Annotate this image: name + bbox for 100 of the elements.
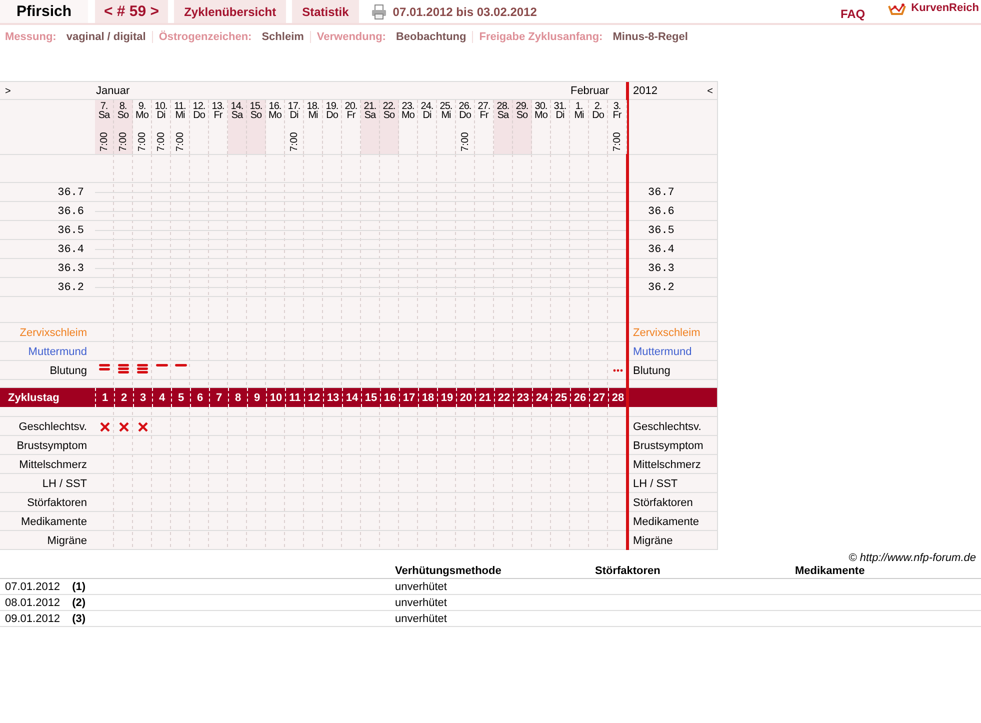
day-header: 29. So xyxy=(513,100,532,154)
cycle-day-number: 16 xyxy=(380,388,399,407)
nav-tab[interactable]: Zyklenübersicht xyxy=(174,0,286,23)
day-header: 7. Sa 7:00 xyxy=(95,100,114,154)
day-header: 14. Sa xyxy=(228,100,247,154)
temperature-label: 36.7 xyxy=(648,186,674,198)
printer-icon[interactable] xyxy=(370,4,387,20)
cycle-day-number: 10 xyxy=(266,388,285,407)
row-label: Migräne xyxy=(47,534,87,546)
table-cell: unverhütet xyxy=(395,613,447,625)
temperature-label: 36.7 xyxy=(58,186,84,198)
cycle-day-number: 21 xyxy=(475,388,494,407)
cycle-day-number: 2 xyxy=(114,388,133,407)
cycle-day-number: 4 xyxy=(152,388,171,407)
day-header: 30. Mo xyxy=(532,100,551,154)
cycle-day-number: 19 xyxy=(437,388,456,407)
row-label: Zyklustag xyxy=(8,392,60,404)
cycle-day-number: 1 xyxy=(95,388,114,407)
cycle-day-number: 25 xyxy=(551,388,570,407)
day-header: 20. Fr xyxy=(342,100,361,154)
cycle-day-number: 15 xyxy=(361,388,380,407)
month-label: Januar xyxy=(96,85,130,97)
cycle-nav-tab[interactable]: < # 59 > xyxy=(95,0,168,23)
row-label: Zervixschleim xyxy=(20,326,87,338)
row-label: Mittelschmerz xyxy=(19,458,87,470)
row-label: Medikamente xyxy=(20,516,87,528)
cycle-day-number: 7 xyxy=(209,388,228,407)
temperature-label: 36.4 xyxy=(648,244,674,256)
cycle-day-number: 8 xyxy=(228,388,247,407)
row-label: Zervixschleim xyxy=(633,326,700,338)
temperature-label: 36.2 xyxy=(58,282,84,294)
cycle-day-number: 26 xyxy=(570,388,589,407)
cycle-day-number: 20 xyxy=(456,388,475,407)
temperature-label: 36.2 xyxy=(648,282,674,294)
row-label: Muttermund xyxy=(633,346,692,358)
table-cell: (3) xyxy=(72,613,86,625)
row-label: LH / SST xyxy=(633,478,678,490)
temperature-label: 36.5 xyxy=(648,224,674,236)
day-header: 31. Di xyxy=(551,100,570,154)
row-label: LH / SST xyxy=(42,478,87,490)
row-label: Blutung xyxy=(633,364,670,376)
row-label: Störfaktoren xyxy=(27,496,87,508)
table-cell: unverhütet xyxy=(395,581,447,593)
cycle-day-number: 22 xyxy=(494,388,513,407)
temperature-label: 36.3 xyxy=(648,262,674,274)
cycle-day-number: 5 xyxy=(171,388,190,407)
column-header: Verhütungsmethode xyxy=(395,565,502,577)
day-header: 23. Mo xyxy=(399,100,418,154)
day-header: 16. Mo xyxy=(266,100,285,154)
profile-name: Pfirsich xyxy=(0,0,88,23)
meta-value: Beobachtung xyxy=(396,31,466,43)
column-header: Störfaktoren xyxy=(595,565,660,577)
copyright-text: © http://www.nfp-forum.de xyxy=(848,552,976,564)
cycle-day-number: 24 xyxy=(532,388,551,407)
cycle-day-number: 17 xyxy=(399,388,418,407)
date-range: 07.01.2012 bis 03.02.2012 xyxy=(392,4,537,20)
row-label: Mittelschmerz xyxy=(633,458,701,470)
cycle-day-number: 27 xyxy=(589,388,608,407)
day-header: 26. Do 7:00 xyxy=(456,100,475,154)
back-arrow[interactable]: > xyxy=(5,86,11,96)
logo[interactable]: KurvenReich xyxy=(887,2,979,23)
table-cell: (1) xyxy=(72,581,86,593)
row-label: Blutung xyxy=(50,364,87,376)
year-label: 2012 xyxy=(633,85,658,97)
day-header: 15. So xyxy=(247,100,266,154)
day-header: 24. Di xyxy=(418,100,437,154)
row-label: Medikamente xyxy=(633,516,700,528)
forward-arrow[interactable]: < xyxy=(707,86,713,96)
day-header: 21. Sa xyxy=(361,100,380,154)
temperature-label: 36.4 xyxy=(58,244,84,256)
nav-tab[interactable]: Statistik xyxy=(292,0,359,23)
day-header: 9. Mo 7:00 xyxy=(133,100,152,154)
day-header: 22. So xyxy=(380,100,399,154)
table-cell: (2) xyxy=(72,597,86,609)
cycle-day-number: 3 xyxy=(133,388,152,407)
cycle-day-number: 28 xyxy=(608,388,627,407)
temperature-label: 36.6 xyxy=(58,206,84,218)
row-label: Störfaktoren xyxy=(633,496,693,508)
day-header: 8. So 7:00 xyxy=(114,100,133,154)
cycle-day-number: 13 xyxy=(323,388,342,407)
cycle-day-number: 11 xyxy=(285,388,304,407)
cycle-day-number: 14 xyxy=(342,388,361,407)
day-header: 25. Mi xyxy=(437,100,456,154)
meta-value: Minus-8-Regel xyxy=(612,31,688,43)
cycle-day-number: 18 xyxy=(418,388,437,407)
cycle-day-number: 23 xyxy=(513,388,532,407)
meta-value: Schleim xyxy=(262,31,304,43)
meta-label: Freigabe Zyklusanfang: xyxy=(479,31,603,43)
meta-label: Messung: xyxy=(5,31,56,43)
faq-link[interactable]: FAQ xyxy=(840,0,866,23)
meta-label: Verwendung: xyxy=(316,31,386,43)
table-cell: 09.01.2012 xyxy=(5,613,60,625)
cycle-day-number: 12 xyxy=(304,388,323,407)
cycle-day-number: 6 xyxy=(190,388,209,407)
meta-label: Östrogenzeichen: xyxy=(158,31,252,43)
table-cell: 07.01.2012 xyxy=(5,581,60,593)
row-label: Geschlechtsv. xyxy=(633,420,702,432)
row-label: Muttermund xyxy=(28,346,87,358)
day-header: 28. Sa xyxy=(494,100,513,154)
meta-value: vaginal / digital xyxy=(66,31,146,43)
